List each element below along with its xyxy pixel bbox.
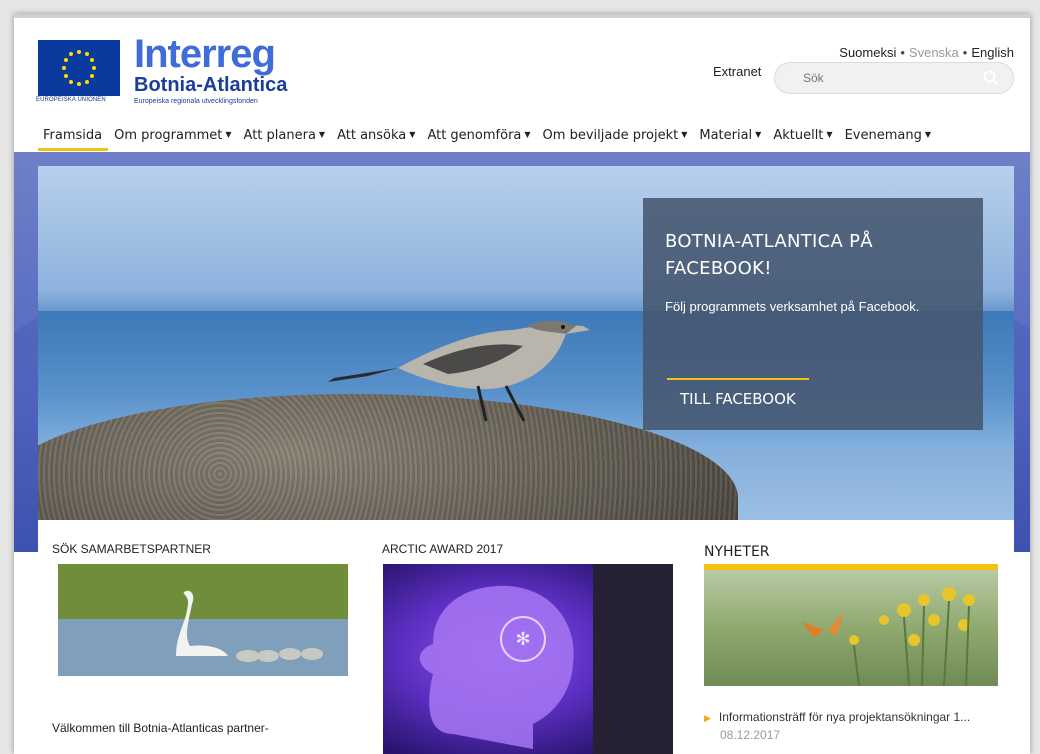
nav-item-evenemang[interactable]: Evenemang ▼ xyxy=(839,128,937,149)
main-nav: Framsida Om programmet ▼ Att planera ▼ Att… xyxy=(38,128,937,151)
promo-text: Följ programmets verksamhet på Facebook. xyxy=(665,299,920,314)
extranet-link[interactable]: Extranet xyxy=(713,64,761,79)
nav-item-att-genomfora[interactable]: Att genomföra ▼ xyxy=(421,128,536,149)
brand-subtitle: Europeiska regionala utvecklingsfonden xyxy=(134,98,258,105)
partner-intro-text: Välkommen till Botnia-Atlanticas partner… xyxy=(52,721,269,735)
brand-logo-botnia[interactable]: Botnia-Atlantica xyxy=(134,74,287,97)
eu-stars-icon xyxy=(62,50,96,86)
lang-suomeksi[interactable]: Suomeksi xyxy=(839,45,896,60)
hero-slider[interactable]: BOTNIA-ATLANTICA PÅ FACEBOOK! Följ progr… xyxy=(38,166,1014,520)
lang-svenska[interactable]: Svenska xyxy=(909,45,959,60)
nav-item-aktuellt[interactable]: Aktuellt ▼ xyxy=(767,128,838,149)
language-switcher: Suomeksi • Svenska • English xyxy=(839,45,1014,60)
caret-down-icon: ▼ xyxy=(826,130,833,139)
nav-item-label: Att genomföra xyxy=(427,128,522,143)
facebook-promo-box: BOTNIA-ATLANTICA PÅ FACEBOOK! Följ progr… xyxy=(643,198,983,430)
browser-window: EUROPEISKA UNIONEN Interreg Botnia-Atlan… xyxy=(14,14,1030,754)
nav-item-label: Material xyxy=(699,128,753,143)
search-input[interactable] xyxy=(801,70,975,86)
award-head-illustration: ✻ xyxy=(419,564,673,754)
lang-separator: • xyxy=(900,45,905,60)
eu-flag-logo[interactable] xyxy=(38,40,120,96)
window-topbar xyxy=(14,14,1030,18)
news-item-link[interactable]: ▶ Informationsträff för nya projektansökn… xyxy=(704,710,970,724)
content-columns: SÖK SAMARBETSPARTNER Välkommen till Botn… xyxy=(38,520,1014,754)
nav-item-att-ansoka[interactable]: Att ansöka ▼ xyxy=(331,128,421,149)
swan-illustration xyxy=(58,564,348,676)
caret-down-icon: ▼ xyxy=(681,130,688,139)
nav-item-label: Aktuellt xyxy=(773,128,824,143)
caret-down-icon: ▼ xyxy=(524,130,531,139)
caret-down-icon: ▼ xyxy=(924,130,931,139)
lang-separator: • xyxy=(962,45,968,60)
nav-item-label: Att planera xyxy=(243,128,316,143)
nav-item-label: Framsida xyxy=(43,128,103,143)
nav-item-framsida[interactable]: Framsida xyxy=(38,128,109,151)
lang-english[interactable]: English xyxy=(971,45,1014,60)
caret-down-icon: ▼ xyxy=(225,130,232,139)
eu-caption: EUROPEISKA UNIONEN xyxy=(36,97,106,103)
arctic-award-image[interactable]: ✻ xyxy=(383,564,673,754)
news-item-text: Informationsträff för nya projektansökni… xyxy=(718,710,971,724)
butterfly-illustration xyxy=(802,587,975,686)
nav-item-label: Om beviljade projekt xyxy=(542,128,679,143)
swan-image[interactable] xyxy=(58,564,348,676)
news-butterfly-image[interactable] xyxy=(704,570,998,686)
search-box[interactable] xyxy=(774,62,1014,94)
nav-item-om-programmet[interactable]: Om programmet ▼ xyxy=(108,128,237,149)
nav-item-label: Att ansöka xyxy=(337,128,407,143)
brand-logo-interreg[interactable]: Interreg xyxy=(134,34,276,74)
nav-item-material[interactable]: Material ▼ xyxy=(693,128,767,149)
promo-accent-rule xyxy=(667,378,809,380)
caret-down-icon: ▼ xyxy=(409,130,416,139)
search-icon[interactable] xyxy=(983,70,999,86)
nav-item-label: Om programmet xyxy=(114,128,223,143)
caret-down-icon: ▼ xyxy=(755,130,762,139)
till-facebook-link[interactable]: TILL FACEBOOK xyxy=(680,390,796,408)
nav-item-att-planera[interactable]: Att planera ▼ xyxy=(238,128,332,149)
promo-title: BOTNIA-ATLANTICA PÅ FACEBOOK! xyxy=(665,231,873,279)
partner-section-title[interactable]: SÖK SAMARBETSPARTNER xyxy=(52,542,211,556)
nav-item-label: Evenemang xyxy=(844,128,922,143)
bullet-arrow-icon: ▶ xyxy=(704,713,711,723)
award-section-title[interactable]: ARCTIC AWARD 2017 xyxy=(382,542,503,556)
caret-down-icon: ▼ xyxy=(318,130,326,139)
svg-text:✻: ✻ xyxy=(515,629,530,650)
nav-item-om-beviljade-projekt[interactable]: Om beviljade projekt ▼ xyxy=(537,128,694,149)
news-item-date: 08.12.2017 xyxy=(720,728,781,742)
bird-image xyxy=(328,320,590,422)
news-section-title[interactable]: NYHETER xyxy=(704,544,770,560)
